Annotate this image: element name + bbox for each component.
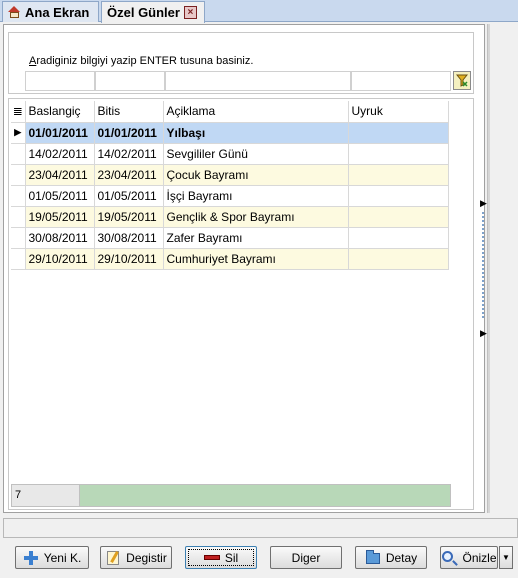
column-header-end[interactable]: Bitis	[94, 101, 164, 123]
row-indicator	[11, 143, 26, 165]
button-label: Detay	[385, 550, 418, 565]
close-icon[interactable]: ×	[183, 6, 197, 19]
magnifier-icon	[441, 550, 457, 566]
chevron-right-icon[interactable]: ▶	[480, 328, 487, 339]
holidays-table: ≣ Baslangiç Bitis Açiklama Uyruk ▶ 01/01…	[11, 101, 449, 270]
button-label: Sil	[224, 550, 239, 565]
cell-start[interactable]: 14/02/2011	[25, 143, 95, 165]
cell-end[interactable]: 29/10/2011	[94, 248, 164, 270]
cell-description[interactable]: Sevgililer Günü	[163, 143, 349, 165]
button-label: Yeni K.	[43, 550, 82, 565]
table-row[interactable]: ▶ 01/01/2011 01/01/2011 Yılbaşı	[11, 122, 449, 144]
cell-start[interactable]: 01/01/2011	[25, 122, 95, 144]
cell-end[interactable]: 23/04/2011	[94, 164, 164, 186]
filter-input-description[interactable]	[165, 71, 351, 91]
tab-ozel-gunler[interactable]: Özel Günler ×	[101, 1, 205, 23]
data-grid: ≣ Baslangiç Bitis Açiklama Uyruk ▶ 01/01…	[8, 98, 474, 510]
detail-button[interactable]: Detay	[355, 546, 427, 569]
cell-end[interactable]: 30/08/2011	[94, 227, 164, 249]
column-header-start[interactable]: Baslangiç	[25, 101, 95, 123]
filter-panel: Aradiginiz bilgiyi yazip ENTER tusuna ba…	[8, 32, 474, 94]
minus-icon	[203, 550, 220, 566]
chevron-right-icon[interactable]: ▶	[480, 198, 487, 209]
cell-description[interactable]: Zafer Bayramı	[163, 227, 349, 249]
cell-uyruk[interactable]	[348, 248, 449, 270]
splitter-handle[interactable]: ▶ ▶	[479, 190, 488, 350]
filter-input-end[interactable]	[95, 71, 165, 91]
cell-end[interactable]: 01/01/2011	[94, 122, 164, 144]
preview-button[interactable]: Önizle	[440, 546, 498, 569]
home-icon	[8, 6, 21, 18]
tab-label: Özel Günler	[107, 5, 180, 20]
filter-input-uyruk[interactable]	[351, 71, 451, 91]
cell-start[interactable]: 23/04/2011	[25, 164, 95, 186]
cell-uyruk[interactable]	[348, 206, 449, 228]
table-row[interactable]: 14/02/2011 14/02/2011 Sevgililer Günü	[11, 143, 449, 165]
pencil-icon	[105, 550, 121, 566]
row-indicator	[11, 164, 26, 186]
cell-start[interactable]: 01/05/2011	[25, 185, 95, 207]
filter-hint: Aradiginiz bilgiyi yazip ENTER tusuna ba…	[29, 55, 254, 67]
cell-end[interactable]: 01/05/2011	[94, 185, 164, 207]
cell-uyruk[interactable]	[348, 143, 449, 165]
cell-end[interactable]: 19/05/2011	[94, 206, 164, 228]
column-chooser-icon[interactable]: ≣	[11, 101, 26, 123]
button-label: Degistir	[126, 550, 167, 565]
cell-uyruk[interactable]	[348, 122, 449, 144]
row-indicator	[11, 206, 26, 228]
delete-button[interactable]: Sil	[185, 546, 257, 569]
preview-dropdown-arrow-icon[interactable]: ▼	[499, 546, 513, 569]
button-label: Diger	[291, 550, 321, 565]
cell-end[interactable]: 14/02/2011	[94, 143, 164, 165]
cell-uyruk[interactable]	[348, 164, 449, 186]
tab-strip: Ana Ekran Özel Günler ×	[0, 0, 518, 23]
cell-description[interactable]: İşçi Bayramı	[163, 185, 349, 207]
table-row[interactable]: 30/08/2011 30/08/2011 Zafer Bayramı	[11, 227, 449, 249]
cell-start[interactable]: 19/05/2011	[25, 206, 95, 228]
other-button[interactable]: Diger	[270, 546, 342, 569]
cell-uyruk[interactable]	[348, 227, 449, 249]
table-header-row: ≣ Baslangiç Bitis Açiklama Uyruk	[11, 101, 449, 123]
cell-description[interactable]: Çocuk Bayramı	[163, 164, 349, 186]
grid-footer: 7	[11, 484, 451, 507]
table-row[interactable]: 23/04/2011 23/04/2011 Çocuk Bayramı	[11, 164, 449, 186]
edit-button[interactable]: Degistir	[100, 546, 172, 569]
column-header-uyruk[interactable]: Uyruk	[348, 101, 449, 123]
new-record-button[interactable]: Yeni K.	[15, 546, 89, 569]
cell-start[interactable]: 30/08/2011	[25, 227, 95, 249]
funnel-icon	[456, 74, 468, 87]
table-row[interactable]: 01/05/2011 01/05/2011 İşçi Bayramı	[11, 185, 449, 207]
tab-label: Ana Ekran	[25, 4, 90, 20]
cell-start[interactable]: 29/10/2011	[25, 248, 95, 270]
record-count: 7	[12, 485, 80, 506]
row-indicator	[11, 227, 26, 249]
cell-uyruk[interactable]	[348, 185, 449, 207]
right-side-panel	[487, 24, 518, 513]
button-label: Önizle	[462, 550, 497, 565]
cell-description[interactable]: Gençlik & Spor Bayramı	[163, 206, 349, 228]
filter-clear-button[interactable]	[453, 71, 471, 90]
column-header-description[interactable]: Açiklama	[163, 101, 349, 123]
table-row[interactable]: 29/10/2011 29/10/2011 Cumhuriyet Bayramı	[11, 248, 449, 270]
row-indicator-icon: ▶	[11, 122, 26, 144]
row-indicator	[11, 248, 26, 270]
status-bar	[3, 518, 518, 538]
table-row[interactable]: 19/05/2011 19/05/2011 Gençlik & Spor Bay…	[11, 206, 449, 228]
folder-icon	[365, 549, 381, 566]
tab-ana-ekran[interactable]: Ana Ekran	[2, 1, 99, 22]
filter-input-start[interactable]	[25, 71, 95, 91]
plus-icon	[23, 550, 39, 566]
cell-description[interactable]: Yılbaşı	[163, 122, 349, 144]
row-indicator	[11, 185, 26, 207]
cell-description[interactable]: Cumhuriyet Bayramı	[163, 248, 349, 270]
